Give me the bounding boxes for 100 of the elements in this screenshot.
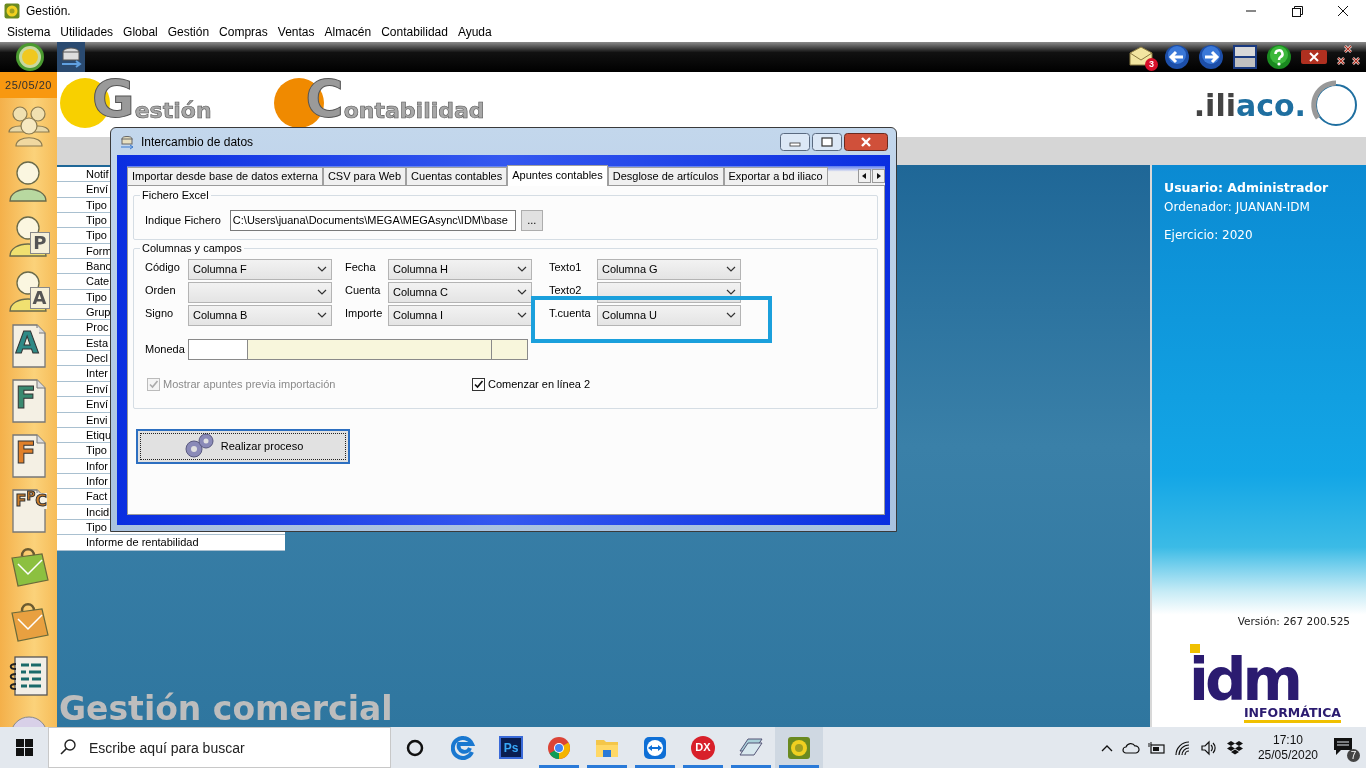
maximize-button[interactable] xyxy=(812,132,842,151)
chevron-down-icon xyxy=(317,289,327,295)
dropdown[interactable]: Columna G xyxy=(597,258,741,280)
run-button[interactable]: Realizar proceso xyxy=(136,428,350,464)
battery-icon[interactable] xyxy=(1147,740,1166,755)
chevron-down-icon xyxy=(726,312,736,318)
tab[interactable]: Cuentas contables xyxy=(406,167,508,185)
person-icon[interactable] xyxy=(7,158,50,203)
scroll-left-button[interactable] xyxy=(858,168,871,183)
document-icon[interactable]: F xyxy=(10,377,47,424)
app-icon xyxy=(787,735,811,760)
menu-item[interactable]: Gestión xyxy=(162,23,215,41)
menu-item[interactable]: Compras xyxy=(214,23,273,41)
search-field[interactable]: Escribe aquí para buscar xyxy=(48,727,391,768)
clock-date[interactable]: 25/05/2020 xyxy=(1257,747,1318,763)
input-field[interactable] xyxy=(248,339,492,360)
list-item[interactable]: Informe de rentabilidad xyxy=(57,535,285,551)
remote-icon xyxy=(643,735,667,760)
document-icon[interactable]: A xyxy=(10,322,47,369)
field-label: Texto1 xyxy=(549,260,583,275)
gears-icon xyxy=(182,432,215,460)
dropbox-icon[interactable] xyxy=(1225,739,1244,756)
menu-item[interactable]: Utilidades xyxy=(55,23,119,41)
year-label: Ejercicio: 2020 xyxy=(1164,226,1254,244)
close-icon[interactable] xyxy=(1300,47,1328,67)
dropdown[interactable]: Columna F xyxy=(188,258,332,280)
dropdown[interactable]: Columna B xyxy=(188,304,332,326)
chevron-down-icon xyxy=(517,312,527,318)
document-icon[interactable]: F$^{P}$C xyxy=(10,487,47,534)
field-label: Código xyxy=(145,260,181,275)
field-label: T.cuenta xyxy=(549,306,592,321)
chevron-down-icon xyxy=(726,289,736,295)
field-label: Moneda xyxy=(145,342,186,358)
back-icon[interactable] xyxy=(1164,44,1190,70)
tab[interactable]: Apuntes contables xyxy=(507,165,608,186)
field-label: Cuenta xyxy=(345,283,382,298)
circle-icon xyxy=(406,738,424,757)
dropdown[interactable]: Columna H xyxy=(388,258,532,280)
module-title: Gestión comercial xyxy=(58,692,394,727)
menu-item[interactable]: Almacén xyxy=(319,23,377,41)
file-path-field[interactable]: C:\Users\juana\Documents\MEGA\MEGAsync\IDM\base xyxy=(229,209,516,231)
photoshop-icon: Ps xyxy=(499,736,523,759)
people-icon[interactable] xyxy=(5,103,52,148)
close-button[interactable] xyxy=(844,132,888,151)
paper-stack-icon xyxy=(738,736,764,759)
tab[interactable]: Desglose de artículos xyxy=(607,167,724,185)
company-tagline: INFORMÁTICA xyxy=(1243,706,1341,723)
tab[interactable]: Exportar a bd iliaco xyxy=(723,167,828,185)
clock-time[interactable]: 17:10 xyxy=(1257,732,1318,748)
scroll-right-button[interactable] xyxy=(872,168,885,183)
checkbox[interactable] xyxy=(472,377,485,391)
browse-button[interactable]: ... xyxy=(520,209,543,231)
app-icon xyxy=(4,3,20,19)
windows-start-icon[interactable] xyxy=(15,739,33,756)
forward-icon[interactable] xyxy=(1198,44,1224,70)
taskbar-app[interactable]: Ps xyxy=(487,727,535,768)
brand-logo-text: aco. xyxy=(1235,86,1306,125)
version-label: Versión: 267 200.525 xyxy=(1237,614,1351,630)
checkbox-label: Mostrar apuntes previa importación xyxy=(163,377,336,392)
tab[interactable]: Importar desde base de datos externa xyxy=(127,167,323,185)
window-title: Gestión. xyxy=(26,3,71,20)
group-title: Columnas y campos xyxy=(140,243,244,254)
chevron-down-icon xyxy=(317,266,327,272)
field-label: Importe xyxy=(345,306,384,321)
dropdown[interactable]: Columna U xyxy=(597,304,741,326)
help-icon[interactable] xyxy=(1266,44,1292,70)
volume-icon[interactable] xyxy=(1199,739,1218,756)
input-field[interactable] xyxy=(492,339,528,360)
date-label: 25/05/20 xyxy=(0,72,57,98)
mail-icon[interactable] xyxy=(1128,45,1154,67)
chevron-down-icon xyxy=(517,266,527,272)
chevron-down-icon xyxy=(726,266,736,272)
chrome-icon xyxy=(547,735,571,760)
dropdown[interactable]: Columna I xyxy=(388,304,532,326)
logo-text: ontabilidad xyxy=(343,100,485,122)
menu-item[interactable]: Global xyxy=(118,23,163,41)
input-field[interactable] xyxy=(188,339,248,360)
user-label: Usuario: Administrador xyxy=(1164,179,1330,197)
field-label: Texto2 xyxy=(549,283,583,298)
menu-item[interactable]: Ayuda xyxy=(452,23,497,41)
logo-text: estión xyxy=(134,100,212,122)
dropdown[interactable]: Columna C xyxy=(388,281,532,303)
menu-item[interactable]: Sistema xyxy=(2,23,56,41)
checkbox-label: Comenzar en línea 2 xyxy=(488,377,591,392)
dx-icon: DX xyxy=(691,735,715,760)
exchange-icon xyxy=(119,133,135,150)
field-label: Fecha xyxy=(345,260,377,275)
menu-item[interactable]: Contabilidad xyxy=(376,23,453,41)
minimize-button[interactable] xyxy=(780,132,810,151)
cloud-icon[interactable] xyxy=(1121,741,1140,754)
group-title: Fichero Excel xyxy=(140,190,211,201)
exchange-icon[interactable] xyxy=(57,42,85,72)
count-badge: 3 xyxy=(1145,58,1158,71)
wifi-icon[interactable] xyxy=(1173,739,1192,756)
tile-icon[interactable] xyxy=(1232,44,1258,70)
brand-logo-text: .ili xyxy=(1193,86,1236,125)
chevron-down-icon xyxy=(317,312,327,318)
menu-item[interactable]: Ventas xyxy=(272,23,320,41)
tab[interactable]: CSV para Web xyxy=(322,167,407,185)
taskbar-app[interactable]: DX xyxy=(679,727,727,768)
